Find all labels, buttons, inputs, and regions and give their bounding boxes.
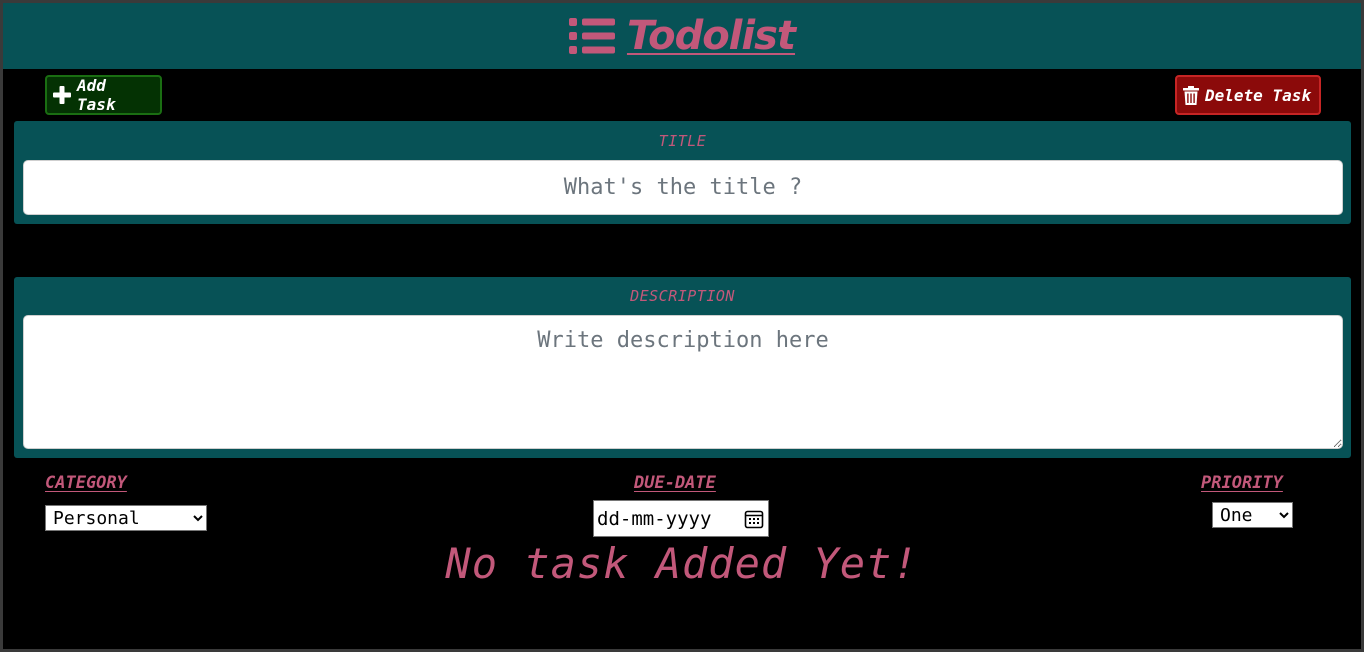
header-brand: Todolist bbox=[568, 13, 796, 59]
title-input[interactable] bbox=[23, 160, 1343, 215]
description-input[interactable] bbox=[23, 315, 1343, 449]
due-date-input[interactable]: dd-mm-yyyy bbox=[593, 500, 769, 537]
plus-icon bbox=[53, 86, 71, 104]
list-icon bbox=[568, 18, 615, 54]
calendar-icon[interactable] bbox=[744, 509, 764, 529]
due-date-label: DUE-DATE bbox=[634, 473, 716, 493]
delete-task-label: Delete Task bbox=[1205, 85, 1311, 105]
title-label: TITLE bbox=[658, 132, 707, 150]
priority-select[interactable]: One bbox=[1212, 502, 1293, 528]
description-panel: DESCRIPTION bbox=[14, 277, 1351, 458]
app-header: Todolist bbox=[3, 3, 1361, 69]
delete-task-button[interactable]: Delete Task bbox=[1175, 75, 1321, 115]
trash-icon bbox=[1183, 85, 1199, 105]
add-task-label: Add Task bbox=[77, 76, 116, 114]
due-date-placeholder: dd-mm-yyyy bbox=[597, 507, 712, 530]
empty-task-message: No task Added Yet! bbox=[445, 539, 919, 588]
add-task-button[interactable]: Add Task bbox=[45, 75, 162, 115]
category-select[interactable]: Personal bbox=[45, 505, 207, 531]
app-window: Todolist Add Task Delete Task TITLE DESC… bbox=[3, 3, 1361, 649]
category-label: CATEGORY bbox=[45, 473, 127, 493]
title-panel: TITLE bbox=[14, 121, 1351, 224]
priority-label: PRIORITY bbox=[1201, 473, 1283, 493]
description-label: DESCRIPTION bbox=[630, 287, 735, 305]
app-title[interactable]: Todolist bbox=[627, 13, 796, 59]
